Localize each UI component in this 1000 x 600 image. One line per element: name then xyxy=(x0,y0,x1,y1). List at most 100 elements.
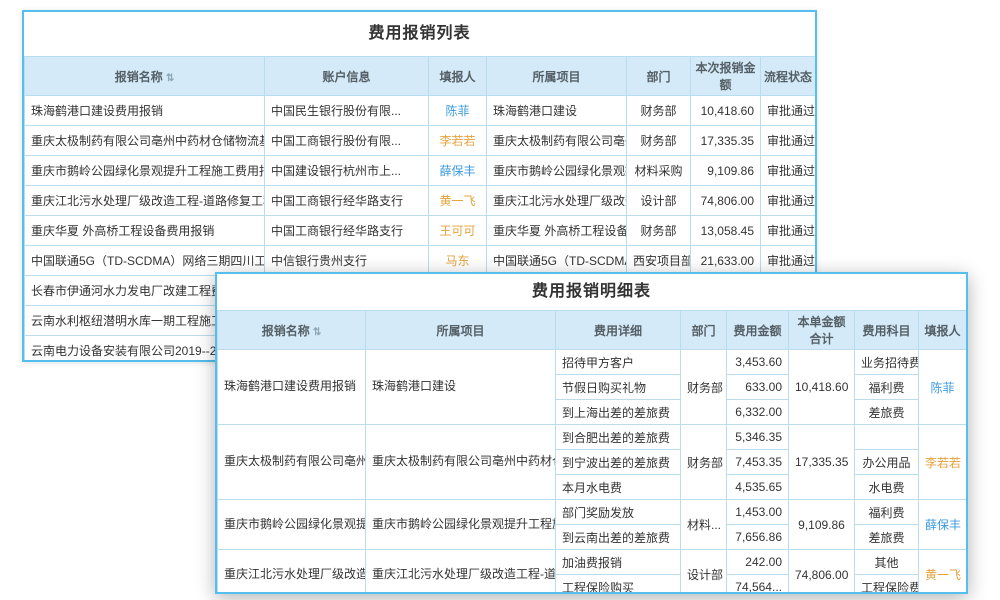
expense-category-cell: 差旅费 xyxy=(855,525,919,550)
filler-cell: 薛保丰 xyxy=(429,156,487,186)
filler-cell: 陈菲 xyxy=(919,350,967,425)
list-row: 中国联通5G（TD-SCDMA）网络三期四川工程费...中信银行贵州支行马东中国… xyxy=(25,246,816,276)
list-row: 珠海鹤港口建设费用报销中国民生银行股份有限...陈菲珠海鹤港口建设财务部10,4… xyxy=(25,96,816,126)
sort-icon[interactable]: ⇅ xyxy=(313,327,321,338)
reimbursement-name-link[interactable]: 珠海鹤港口建设费用报销 xyxy=(25,96,265,126)
expense-amount-cell: 5,346.35 xyxy=(727,425,789,450)
expense-detail-cell: 节假日购买礼物 xyxy=(556,375,681,400)
project-link[interactable]: 重庆华夏 外高桥工程设备 xyxy=(487,216,627,246)
list-table-title: 费用报销列表 xyxy=(24,12,815,56)
reimbursement-name-link[interactable]: 重庆江北污水处理厂级改造工程-道路修复工程费用... xyxy=(25,186,265,216)
expense-detail-card: 费用报销明细表 报销名称⇅所属项目费用详细部门费用金额本单金额合计费用科目填报人… xyxy=(215,272,968,594)
detail-column-header: 费用金额 xyxy=(727,311,789,350)
status-link[interactable]: 审批通过 xyxy=(761,96,816,126)
column-header-label: 填报人 xyxy=(439,70,475,84)
reimbursement-name-link[interactable]: 珠海鹤港口建设费用报销 xyxy=(218,350,366,425)
filler-cell: 李若若 xyxy=(919,425,967,500)
department-cell: 财务部 xyxy=(681,425,727,500)
project-link[interactable]: 重庆市鹅岭公园绿化景观提升... xyxy=(487,156,627,186)
reimbursement-name-link[interactable]: 中国联通5G（TD-SCDMA）网络三期四川工程费... xyxy=(25,246,265,276)
department-cell: 财务部 xyxy=(627,96,691,126)
column-header-label: 费用金额 xyxy=(733,324,781,338)
filler-cell: 薛保丰 xyxy=(919,500,967,550)
column-header-label: 费用详细 xyxy=(594,324,642,338)
column-header-label: 所属项目 xyxy=(436,324,484,338)
project-link[interactable]: 珠海鹤港口建设 xyxy=(366,350,556,425)
status-link[interactable]: 审批通过 xyxy=(761,216,816,246)
detail-column-header[interactable]: 报销名称⇅ xyxy=(218,311,366,350)
detail-column-header: 费用科目 xyxy=(855,311,919,350)
project-link[interactable]: 重庆市鹅岭公园绿化景观提升工程施工 xyxy=(366,500,556,550)
list-column-header: 填报人 xyxy=(429,57,487,96)
reimbursement-name-link[interactable]: 重庆太极制药有限公司亳州中药材... xyxy=(218,425,366,500)
project-link[interactable]: 重庆江北污水处理厂级改造工程-道路修复工... xyxy=(366,550,556,595)
reimbursement-name-link[interactable]: 重庆太极制药有限公司亳州中药材仓储物流基地项... xyxy=(25,126,265,156)
detail-table-body: 珠海鹤港口建设费用报销珠海鹤港口建设招待甲方客户财务部3,453.6010,41… xyxy=(218,350,967,595)
expense-detail-cell: 到宁波出差的差旅费 xyxy=(556,450,681,475)
total-amount-cell: 9,109.86 xyxy=(789,500,855,550)
reimbursement-name-link[interactable]: 重庆市鹅岭公园绿化景观提升工程... xyxy=(218,500,366,550)
amount-cell: 74,806.00 xyxy=(691,186,761,216)
expense-category-cell: 业务招待费 xyxy=(855,350,919,375)
expense-category-cell: 办公用品 xyxy=(855,450,919,475)
filler-cell: 李若若 xyxy=(429,126,487,156)
project-link[interactable]: 重庆太极制药有限公司亳州中... xyxy=(487,126,627,156)
department-cell: 财务部 xyxy=(627,216,691,246)
department-cell: 材料... xyxy=(681,500,727,550)
column-header-label: 部门 xyxy=(691,324,715,338)
detail-column-header: 费用详细 xyxy=(556,311,681,350)
expense-detail-cell: 加油费报销 xyxy=(556,550,681,575)
status-link[interactable]: 审批通过 xyxy=(761,156,816,186)
column-header-label: 本次报销金额 xyxy=(695,61,755,92)
expense-amount-cell: 1,453.00 xyxy=(727,500,789,525)
reimbursement-name-link[interactable]: 重庆江北污水处理厂级改造工程-... xyxy=(218,550,366,595)
expense-amount-cell: 74,564... xyxy=(727,575,789,595)
reimbursement-name-link[interactable]: 重庆华夏 外高桥工程设备费用报销 xyxy=(25,216,265,246)
status-link[interactable]: 审批通过 xyxy=(761,126,816,156)
amount-cell: 9,109.86 xyxy=(691,156,761,186)
expense-detail-table: 报销名称⇅所属项目费用详细部门费用金额本单金额合计费用科目填报人 珠海鹤港口建设… xyxy=(217,310,967,594)
project-link[interactable]: 中国联通5G（TD-SCDMA）网... xyxy=(487,246,627,276)
expense-amount-cell: 7,453.35 xyxy=(727,450,789,475)
expense-detail-cell: 到上海出差的差旅费 xyxy=(556,400,681,425)
expense-category-cell: 水电费 xyxy=(855,475,919,500)
column-header-label: 所属项目 xyxy=(532,70,580,84)
column-header-label: 本单金额合计 xyxy=(797,315,845,346)
status-link[interactable]: 审批通过 xyxy=(761,186,816,216)
detail-header-row: 报销名称⇅所属项目费用详细部门费用金额本单金额合计费用科目填报人 xyxy=(218,311,967,350)
expense-detail-cell: 工程保险购买 xyxy=(556,575,681,595)
account-info-cell: 中信银行贵州支行 xyxy=(265,246,429,276)
column-header-label: 报销名称 xyxy=(262,324,310,338)
filler-cell: 马东 xyxy=(429,246,487,276)
expense-category-cell xyxy=(855,425,919,450)
project-link[interactable]: 重庆太极制药有限公司亳州中药材仓储物流... xyxy=(366,425,556,500)
sort-icon[interactable]: ⇅ xyxy=(166,73,174,84)
total-amount-cell: 10,418.60 xyxy=(789,350,855,425)
detail-row: 重庆市鹅岭公园绿化景观提升工程...重庆市鹅岭公园绿化景观提升工程施工部门奖励发… xyxy=(218,500,967,525)
project-link[interactable]: 珠海鹤港口建设 xyxy=(487,96,627,126)
list-header-row: 报销名称⇅账户信息填报人所属项目部门本次报销金额流程状态 xyxy=(25,57,816,96)
reimbursement-name-link[interactable]: 重庆市鹅岭公园绿化景观提升工程施工费用报销 xyxy=(25,156,265,186)
department-cell: 财务部 xyxy=(681,350,727,425)
expense-detail-cell: 招待甲方客户 xyxy=(556,350,681,375)
detail-row: 重庆江北污水处理厂级改造工程-...重庆江北污水处理厂级改造工程-道路修复工..… xyxy=(218,550,967,575)
expense-amount-cell: 3,453.60 xyxy=(727,350,789,375)
list-column-header: 流程状态 xyxy=(761,57,816,96)
expense-category-cell: 其他 xyxy=(855,550,919,575)
project-link[interactable]: 重庆江北污水处理厂级改造工... xyxy=(487,186,627,216)
expense-detail-cell: 部门奖励发放 xyxy=(556,500,681,525)
detail-table-header: 报销名称⇅所属项目费用详细部门费用金额本单金额合计费用科目填报人 xyxy=(218,311,967,350)
expense-detail-cell: 本月水电费 xyxy=(556,475,681,500)
filler-cell: 黄一飞 xyxy=(919,550,967,595)
list-row: 重庆市鹅岭公园绿化景观提升工程施工费用报销中国建设银行杭州市上...薛保丰重庆市… xyxy=(25,156,816,186)
list-column-header[interactable]: 报销名称⇅ xyxy=(25,57,265,96)
total-amount-cell: 17,335.35 xyxy=(789,425,855,500)
status-link[interactable]: 审批通过 xyxy=(761,246,816,276)
column-header-label: 账户信息 xyxy=(322,70,370,84)
expense-amount-cell: 633.00 xyxy=(727,375,789,400)
list-table-header: 报销名称⇅账户信息填报人所属项目部门本次报销金额流程状态 xyxy=(25,57,816,96)
column-header-label: 流程状态 xyxy=(764,70,812,84)
list-row: 重庆江北污水处理厂级改造工程-道路修复工程费用...中国工商银行经华路支行黄一飞… xyxy=(25,186,816,216)
account-info-cell: 中国工商银行经华路支行 xyxy=(265,216,429,246)
expense-detail-cell: 到云南出差的差旅费 xyxy=(556,525,681,550)
